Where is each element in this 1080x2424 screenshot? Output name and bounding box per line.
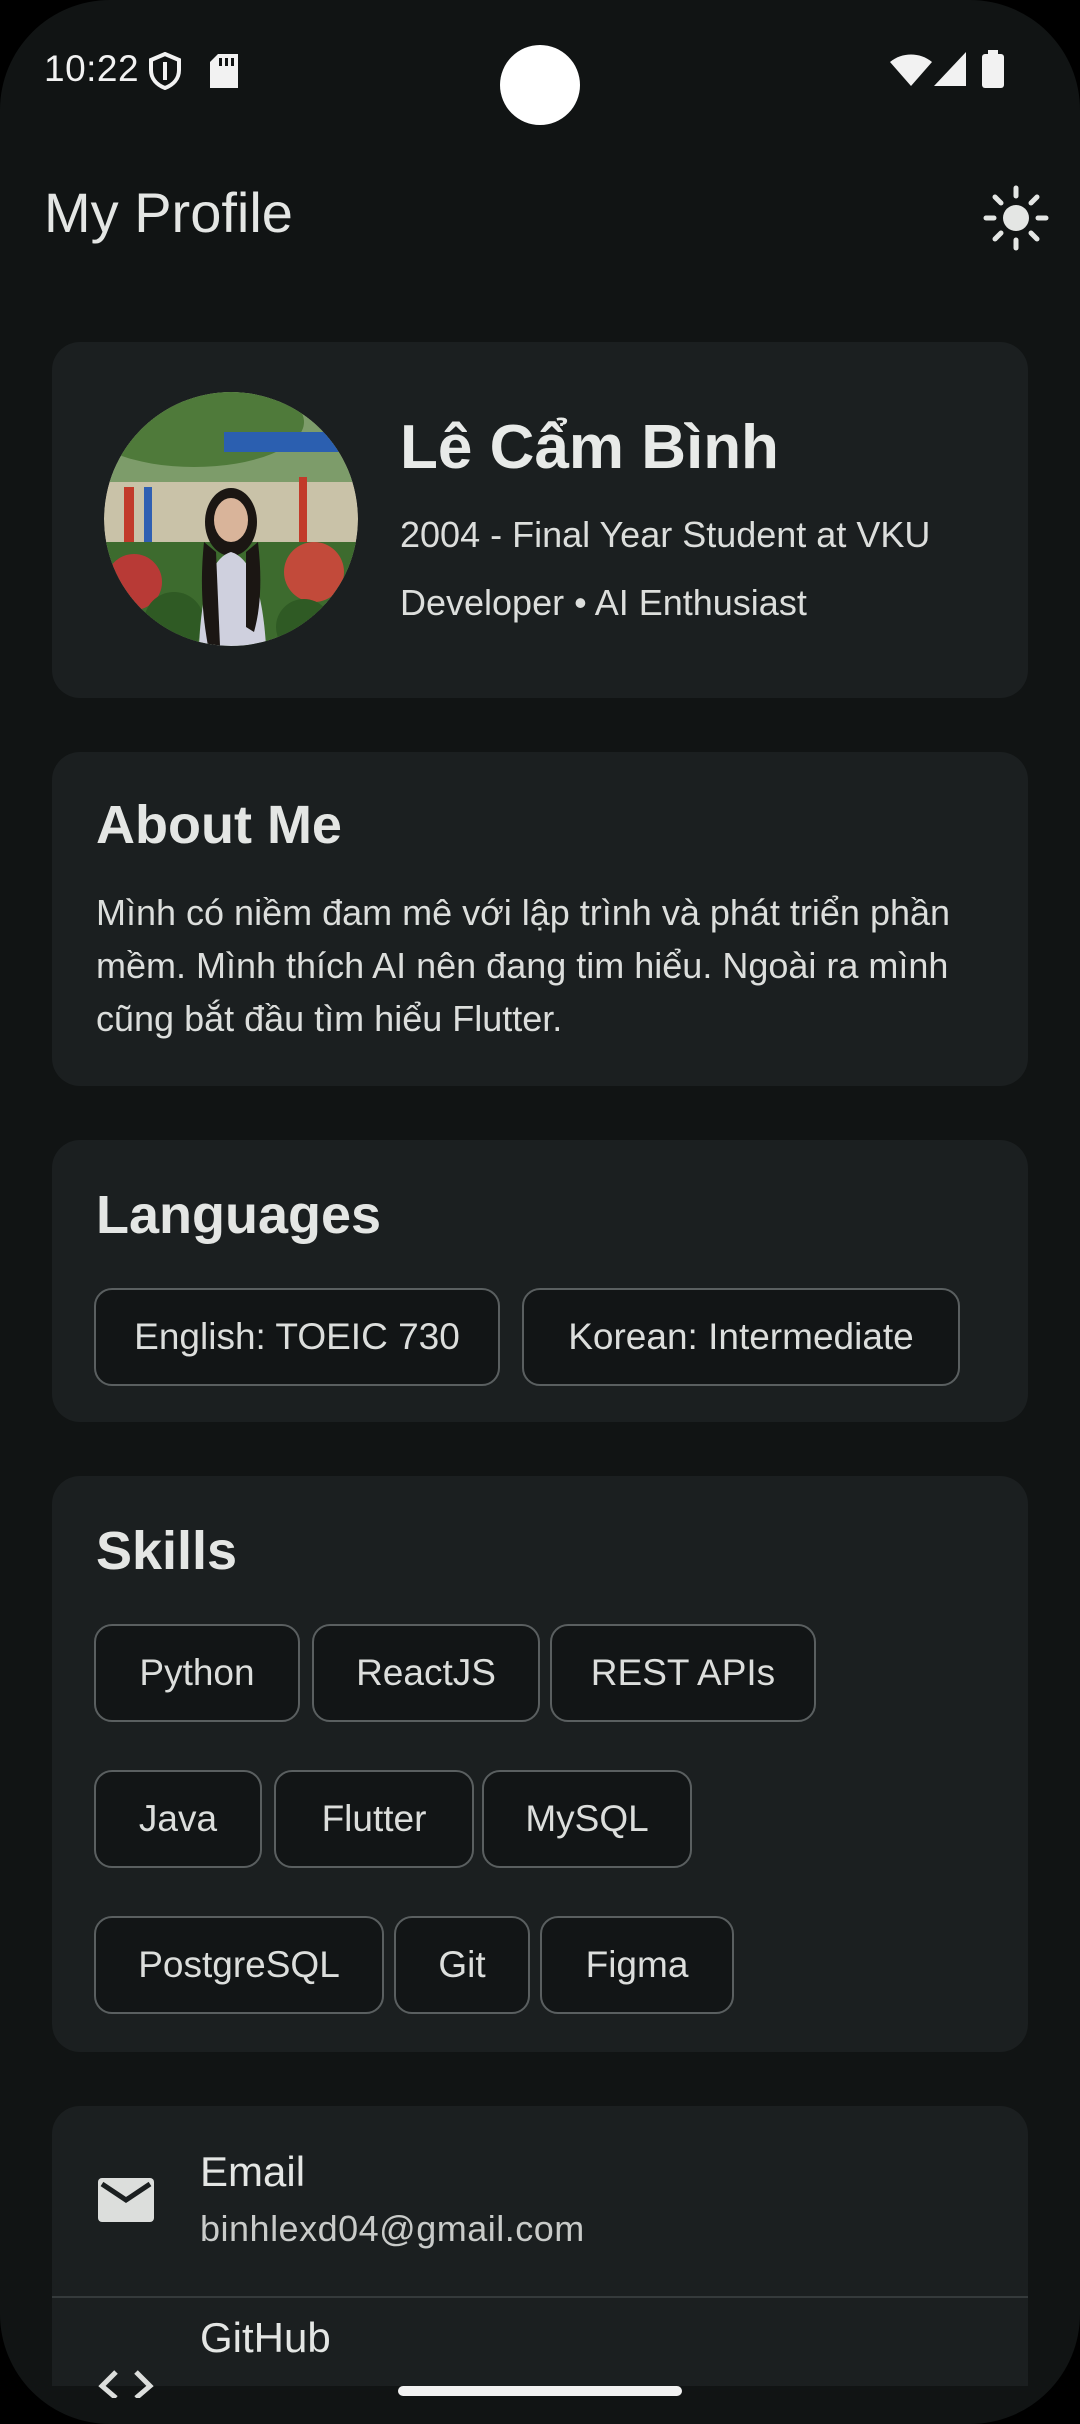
profile-subtitle: 2004 - Final Year Student at VKU — [400, 514, 931, 555]
status-time: 10:22 — [44, 48, 140, 89]
profile-name: Lê Cẩm Bình — [400, 413, 779, 482]
code-icon — [98, 2370, 154, 2398]
skill-chip[interactable]: Java — [94, 1770, 262, 1868]
shield-icon — [149, 52, 181, 90]
about-title: About Me — [96, 795, 342, 855]
about-card: About Me Mình có niềm đam mê với lập trì… — [52, 752, 1028, 1086]
profile-card: Lê Cẩm Bình 2004 - Final Year Student at… — [52, 342, 1028, 698]
language-chip[interactable]: Korean: Intermediate — [522, 1288, 960, 1386]
avatar — [104, 392, 358, 646]
profile-roles: Developer • AI Enthusiast — [400, 582, 807, 623]
phone-screen: 10:22 My Profile Lê Cẩm Bình 2004 - Fina… — [0, 0, 1080, 2424]
skill-chip[interactable]: PostgreSQL — [94, 1916, 384, 2014]
wifi-icon — [890, 54, 932, 86]
skill-chip[interactable]: Figma — [540, 1916, 734, 2014]
skill-chip[interactable]: Python — [94, 1624, 300, 1722]
language-chip[interactable]: English: TOEIC 730 — [94, 1288, 500, 1386]
contact-email-label: Email — [200, 2148, 306, 2195]
contact-github-label: GitHub — [200, 2314, 331, 2361]
page-title: My Profile — [44, 181, 293, 244]
contact-email-value: binhlexd04@gmail.com — [200, 2208, 585, 2249]
skill-chip[interactable]: REST APIs — [550, 1624, 816, 1722]
mail-icon — [98, 2178, 154, 2222]
languages-title: Languages — [96, 1185, 382, 1245]
battery-icon — [982, 50, 1004, 88]
languages-card: Languages English: TOEIC 730 Korean: Int… — [52, 1140, 1028, 1422]
contact-row-email[interactable]: Email binhlexd04@gmail.com — [52, 2106, 1028, 2296]
signal-icon — [934, 52, 966, 86]
sun-icon[interactable] — [982, 184, 1050, 252]
skills-title: Skills — [96, 1521, 238, 1581]
skill-chip[interactable]: Flutter — [274, 1770, 474, 1868]
contact-card: Email binhlexd04@gmail.com GitHub — [52, 2106, 1028, 2398]
skill-chip[interactable]: Git — [394, 1916, 530, 2014]
about-text: Mình có niềm đam mê với lập trình và phá… — [96, 892, 951, 1039]
home-indicator[interactable] — [398, 2386, 682, 2396]
sd-card-icon — [210, 54, 238, 88]
skill-chip[interactable]: MySQL — [482, 1770, 692, 1868]
skill-chip[interactable]: ReactJS — [312, 1624, 540, 1722]
skills-card: Skills Python ReactJS REST APIs Java Flu… — [52, 1476, 1028, 2052]
front-camera — [500, 45, 580, 125]
contact-row-github[interactable]: GitHub — [52, 2298, 1028, 2398]
